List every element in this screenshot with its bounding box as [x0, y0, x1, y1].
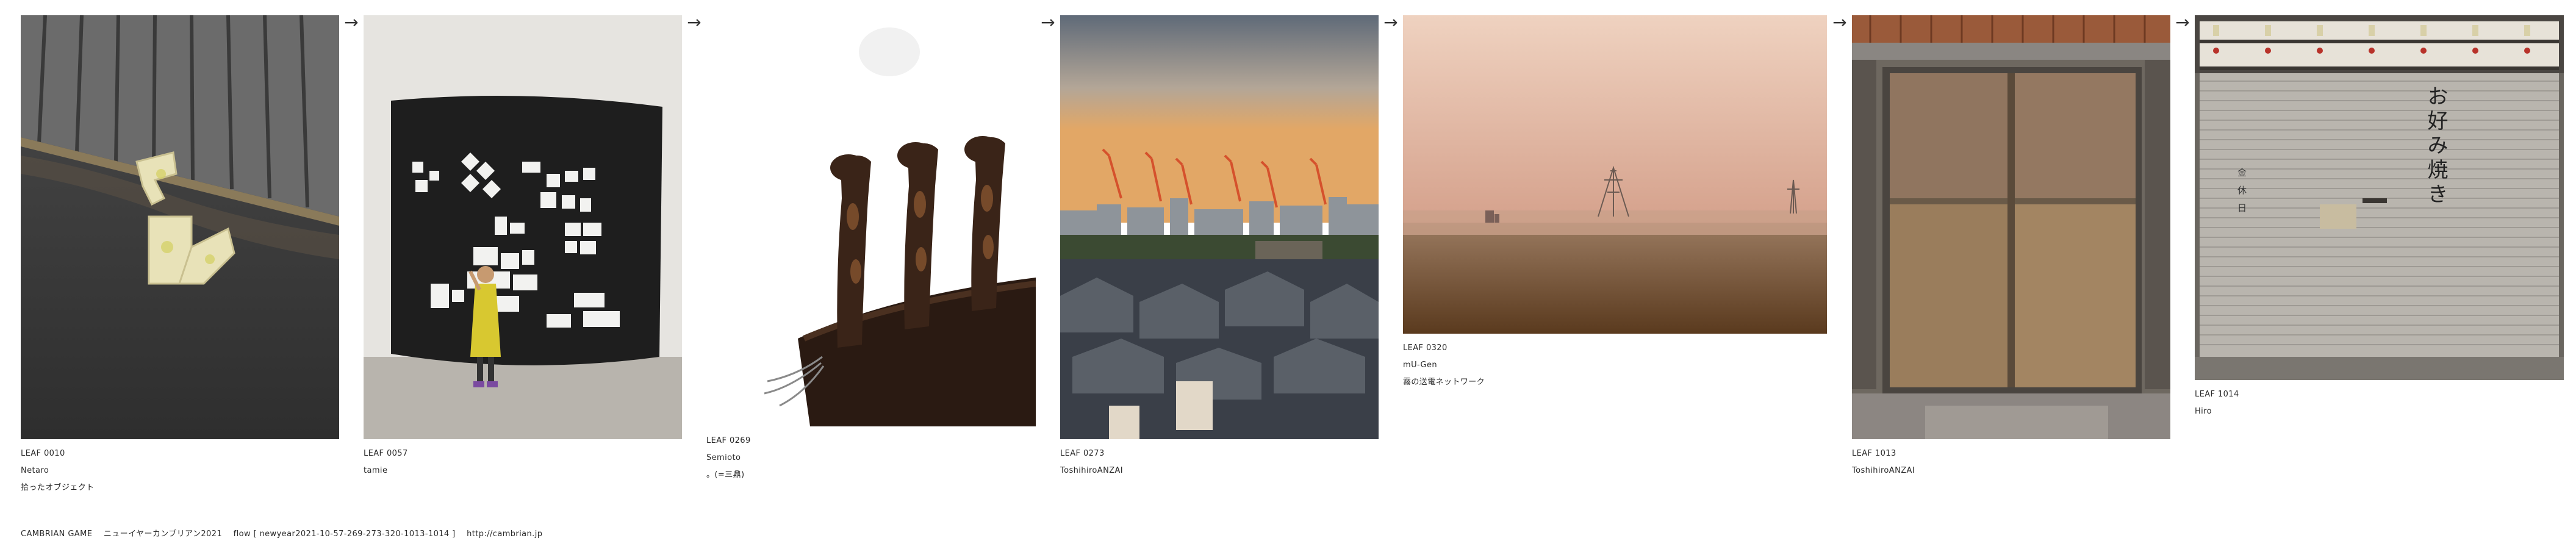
- leaf-title: 霧の送電ネットワーク: [1403, 378, 1485, 387]
- leaf-card-0273[interactable]: LEAF 0273 ToshihiroANZAI: [1060, 15, 1379, 479]
- shop-sign-holiday: 金休日: [2236, 168, 2247, 221]
- leaf-card-0320[interactable]: LEAF 0320 mU-Gen 霧の送電ネットワーク: [1403, 15, 1827, 391]
- leaf-id: LEAF 0273: [1060, 449, 1105, 458]
- leaf-card-0057[interactable]: LEAF 0057 tamie: [364, 15, 682, 479]
- leaf-id: LEAF 1013: [1852, 449, 1896, 458]
- footer: CAMBRIAN GAME ニューイヤーカンブリアン2021 flow [ ne…: [21, 528, 551, 540]
- leaf-photo-found-object[interactable]: [21, 15, 339, 439]
- leaf-id: LEAF 0057: [364, 449, 408, 458]
- leaf-id: LEAF 1014: [2195, 390, 2239, 399]
- leaf-title: 拾ったオブジェクト: [21, 483, 95, 492]
- arrow-right-icon: →: [1832, 12, 1847, 32]
- leaf-author[interactable]: Netaro: [21, 462, 339, 479]
- footer-flow: flow [ newyear2021-10-57-269-273-320-101…: [233, 529, 456, 539]
- leaf-photo-city-skyline[interactable]: [1060, 15, 1379, 439]
- leaf-author[interactable]: mU-Gen: [1403, 357, 1827, 374]
- leaf-author[interactable]: ToshihiroANZAI: [1852, 462, 2170, 479]
- leaf-photo-magnet-board[interactable]: [364, 15, 682, 439]
- leaf-photo-okonomiyaki-shutter[interactable]: お好み焼き 金休日: [2195, 15, 2564, 380]
- arrow-right-icon: →: [1383, 12, 1398, 32]
- leaf-card-0010[interactable]: LEAF 0010 Netaro 拾ったオブジェクト: [21, 15, 339, 497]
- leaf-id: LEAF 0269: [706, 436, 751, 445]
- leaf-photo-foggy-field[interactable]: [1403, 15, 1827, 334]
- shop-sign-okonomiyaki: お好み焼き: [2424, 85, 2448, 207]
- leaf-photo-shop-doors[interactable]: [1852, 15, 2170, 439]
- leaf-author[interactable]: Hiro: [2195, 403, 2564, 420]
- arrow-right-icon: →: [2175, 12, 2190, 32]
- footer-game-name: CAMBRIAN GAME: [21, 529, 93, 539]
- leaf-photo-giraffes[interactable]: [706, 15, 1036, 426]
- footer-event-name: ニューイヤーカンブリアン2021: [103, 529, 223, 539]
- leaf-title: 。(=三鼎): [706, 470, 745, 479]
- arrow-right-icon: →: [687, 12, 701, 32]
- leaf-card-1013[interactable]: LEAF 1013 ToshihiroANZAI: [1852, 15, 2170, 479]
- leaf-author[interactable]: ToshihiroANZAI: [1060, 462, 1379, 479]
- leaf-card-0269[interactable]: LEAF 0269 Semioto 。(=三鼎): [706, 15, 1036, 484]
- leaf-card-1014[interactable]: お好み焼き 金休日 LEAF 1014 Hiro: [2195, 15, 2564, 420]
- leaf-author[interactable]: tamie: [364, 462, 682, 479]
- arrow-right-icon: →: [344, 12, 359, 32]
- leaf-id: LEAF 0320: [1403, 343, 1448, 353]
- arrow-right-icon: →: [1041, 12, 1055, 32]
- footer-link[interactable]: http://cambrian.jp: [467, 529, 542, 539]
- leaf-id: LEAF 0010: [21, 449, 65, 458]
- leaf-author[interactable]: Semioto: [706, 450, 1036, 467]
